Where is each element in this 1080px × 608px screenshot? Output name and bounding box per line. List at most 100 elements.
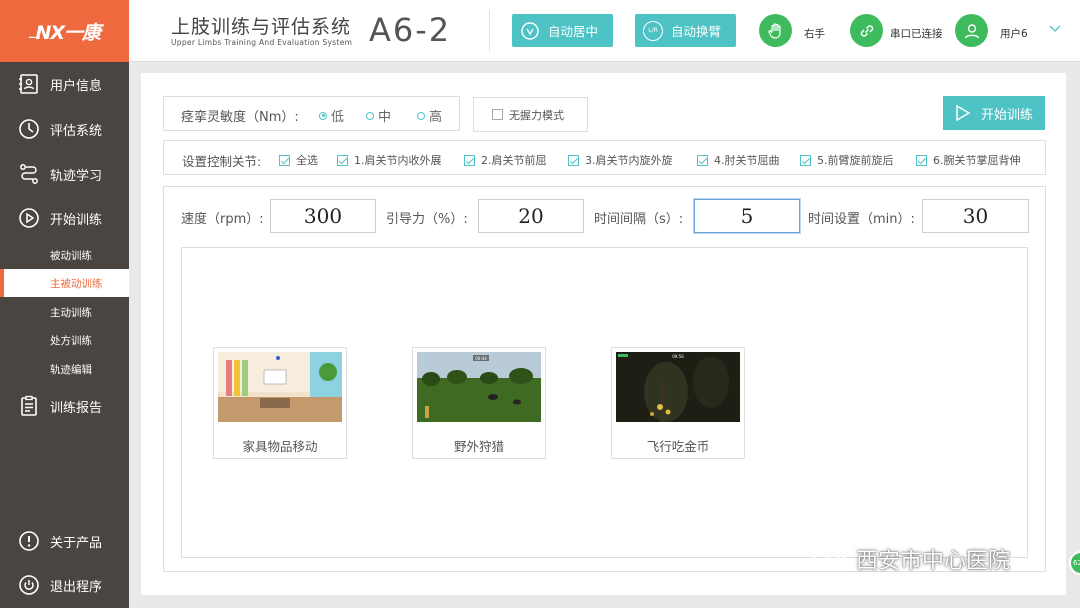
sidebar-item-label: 关于产品 (50, 535, 103, 551)
no-grip-mode-label: 无握力模式 (509, 108, 564, 122)
model-number: A6-2 (369, 11, 452, 49)
joint-3-checkbox[interactable]: 3.肩关节内旋外旋 (568, 152, 673, 168)
joint-label: 2.肩关节前屈 (481, 154, 547, 167)
sidebar-item-label: 退出程序 (50, 579, 103, 595)
sidebar-item-label: 轨迹学习 (50, 168, 103, 184)
sidebar-item-assessment[interactable]: 评估系统 (0, 111, 129, 147)
sensitivity-low-radio[interactable]: 低 (319, 106, 344, 125)
joints-label: 设置控制关节: (182, 154, 262, 169)
watermark-text: 西安市中心医院 (856, 549, 1011, 574)
auto-switch-arm-label: 自动换臂 (671, 24, 722, 39)
auto-center-icon (521, 21, 539, 40)
path-icon (20, 164, 38, 184)
sensitivity-low-label: 低 (331, 110, 345, 125)
main-panel: 痉挛灵敏度（Nm）: 低 中 高 无握力模式 开始训练 设置控制关节: 全选 1… (141, 73, 1066, 595)
app-title: 上肢训练与评估系统 (171, 16, 352, 38)
sidebar-item-about[interactable]: 关于产品 (0, 523, 129, 559)
interval-input[interactable] (694, 199, 800, 233)
clipboard-icon (21, 395, 37, 416)
brand-logo: _ NX一康 (0, 0, 129, 62)
guide-force-label: 引导力（%）: (386, 212, 468, 227)
port-status-label: 串口已连接 (890, 28, 943, 40)
game-card-furniture[interactable]: 家具物品移动 (213, 347, 347, 459)
sidebar-item-report[interactable]: 训练报告 (0, 388, 129, 424)
power-icon (19, 575, 39, 595)
user-avatar-icon[interactable] (955, 14, 988, 47)
game-name: 野外狩猎 (453, 439, 504, 454)
hand-icon[interactable] (759, 14, 792, 47)
header-divider (489, 10, 490, 52)
sidebar-subitem-passive[interactable]: 被动训练 (0, 241, 129, 269)
game-thumbnail: 00:44 (417, 352, 541, 422)
sidebar-item-trajectory[interactable]: 轨迹学习 (0, 156, 129, 192)
sidebar-subitem-active[interactable]: 主动训练 (0, 298, 129, 326)
header: 上肢训练与评估系统 Upper Limbs Training And Evalu… (129, 0, 1080, 62)
joint-label: 4.肘关节屈曲 (714, 154, 780, 167)
radio-dot (319, 111, 327, 120)
checkbox-box (492, 109, 503, 120)
switch-arm-icon-text: L/R (648, 27, 658, 34)
joint-label: 5.前臂旋前旋后 (817, 154, 894, 167)
speed-label: 速度（rpm）: (181, 212, 264, 227)
start-training-label: 开始训练 (981, 107, 1034, 123)
time-setting-input[interactable] (922, 199, 1029, 233)
hunt-timer: 00:44 (475, 356, 487, 361)
game-card-coin-flight[interactable]: 09:56 飞行吃金币 (611, 347, 745, 459)
auto-center-button[interactable]: 自动居中 (512, 14, 613, 47)
user-label: 用户6 (1000, 28, 1028, 40)
sidebar-item-label: 用户信息 (50, 78, 103, 94)
sidebar: _ NX一康 用户信息 评估系统 轨迹学习 开始训练 被动训练 主被动训练 主动训… (0, 0, 129, 608)
joint-2-checkbox[interactable]: 2.肩关节前屈 (464, 152, 547, 168)
speed-input[interactable] (270, 199, 376, 233)
no-grip-mode-checkbox[interactable]: 无握力模式 (473, 97, 588, 132)
time-setting-label: 时间设置（min）: (808, 212, 915, 227)
sensitivity-mid-radio[interactable]: 中 (366, 106, 391, 125)
sensitivity-high-radio[interactable]: 高 (417, 106, 442, 125)
sidebar-item-user-info[interactable]: 用户信息 (0, 66, 129, 102)
info-icon (19, 531, 39, 551)
hand-label: 右手 (804, 28, 825, 40)
joint-5-checkbox[interactable]: 5.前臂旋前旋后 (800, 152, 894, 168)
sidebar-subitem-trajectory-edit[interactable]: 轨迹编辑 (0, 355, 129, 383)
sidebar-item-exit[interactable]: 退出程序 (0, 567, 129, 603)
checkbox-box (800, 154, 811, 166)
checkbox-box (279, 154, 290, 166)
start-training-button[interactable]: 开始训练 (943, 96, 1045, 130)
coin-timer: 09:56 (672, 354, 684, 359)
joint-label: 3.肩关节内旋外旋 (585, 154, 673, 167)
interval-label: 时间间隔（s）: (594, 212, 684, 227)
checkbox-box (568, 154, 579, 166)
sidebar-item-label: 评估系统 (50, 123, 103, 139)
clock-icon (19, 119, 39, 139)
joint-label: 6.腕关节掌屈背伸 (933, 154, 1021, 167)
joint-6-checkbox[interactable]: 6.腕关节掌屈背伸 (916, 152, 1021, 168)
logo-text: NX一康 (35, 21, 101, 44)
link-icon[interactable] (850, 14, 883, 47)
sidebar-item-start-training[interactable]: 开始训练 (0, 200, 129, 236)
play-icon (956, 104, 971, 122)
joint-4-checkbox[interactable]: 4.肘关节屈曲 (697, 152, 780, 168)
radio-dot (366, 111, 374, 120)
auto-center-label: 自动居中 (548, 24, 599, 39)
game-card-hunting[interactable]: 00:44 野外狩猎 (412, 347, 546, 459)
play-circle-icon (19, 208, 39, 228)
joint-select-all-checkbox[interactable]: 全选 (279, 152, 318, 168)
sensitivity-mid-label: 中 (378, 110, 392, 125)
sidebar-subitem-prescription[interactable]: 处方训练 (0, 326, 129, 354)
chevron-down-icon[interactable] (1049, 24, 1061, 34)
app-subtitle: Upper Limbs Training And Evaluation Syst… (171, 38, 353, 47)
checkbox-box (337, 154, 348, 166)
sidebar-subitem-active-passive[interactable]: 主被动训练 (0, 269, 129, 297)
checkbox-box (464, 154, 475, 166)
auto-switch-arm-button[interactable]: L/R 自动换臂 (635, 14, 736, 47)
guide-force-input[interactable] (478, 199, 584, 233)
joint-1-checkbox[interactable]: 1.肩关节内收外展 (337, 152, 442, 168)
game-name: 飞行吃金币 (646, 439, 710, 454)
watermark: 西安市中心医院 (812, 543, 1010, 575)
joint-label: 1.肩关节内收外展 (354, 154, 442, 167)
checkbox-box (697, 154, 708, 166)
sensitivity-high-label: 高 (429, 110, 443, 125)
game-thumbnail (218, 352, 342, 422)
sensitivity-label: 痉挛灵敏度（Nm）: (181, 110, 299, 125)
game-name: 家具物品移动 (242, 439, 318, 454)
